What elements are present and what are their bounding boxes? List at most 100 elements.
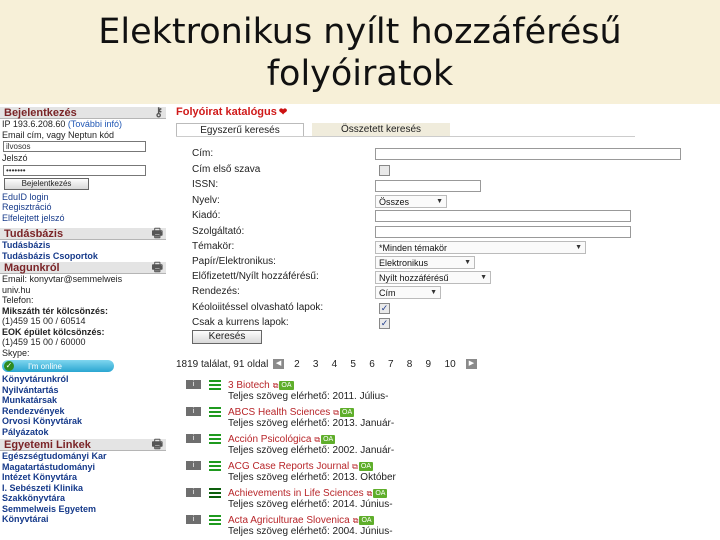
opening-hours-link[interactable]: Nyilvántartás [0, 385, 166, 396]
external-link-icon[interactable]: ⧉ [314, 435, 320, 444]
list-item: i 3 Biotech ⧉ OA Teljes szöveg elérhető: 2… [186, 380, 716, 407]
sort-value: Cím [379, 288, 396, 298]
linked-label: Kéoloiitéssel olvasható lapok: [192, 302, 324, 313]
university-link[interactable]: Szakkönyvtára [0, 493, 166, 504]
journal-title-link[interactable]: Acta Agriculturae Slovenica [228, 515, 350, 526]
about-heading: Magunkról 🖶 [0, 260, 166, 274]
current-only-label: Csak a kurrens lapok: [192, 317, 289, 328]
lending-phone: (1)459 15 00 / 60514 [2, 316, 86, 326]
journal-title-link[interactable]: Acción Psicológica [228, 434, 311, 445]
university-link[interactable]: Egészségtudományi Kar [0, 451, 166, 462]
eduid-login-link[interactable]: EduID login [0, 192, 166, 203]
knowledge-groups-link[interactable]: Tudásbázis Csoportok [0, 251, 166, 262]
tab-advanced-search[interactable]: Összetett keresés [312, 123, 450, 136]
university-link[interactable]: Könyvtárai [0, 514, 166, 525]
info-icon[interactable]: i [186, 461, 201, 470]
login-button[interactable]: Bejelentkezés [4, 177, 89, 190]
printer-icon: 🖶 [151, 260, 163, 274]
university-link[interactable]: Semmelweis Egyetem [0, 504, 166, 515]
availability-text: Teljes szöveg elérhető: 2011. Július- [228, 391, 389, 402]
university-heading-label: Egyetemi Linkek [4, 439, 91, 451]
access-label: Előfizetett/Nyílt hozzáférésű: [192, 271, 319, 282]
ip-label: IP 193.6.208.60 [2, 119, 66, 129]
info-icon[interactable]: i [186, 407, 201, 416]
page-link[interactable]: 9 [423, 359, 433, 371]
topic-select[interactable]: *Minden témakör ▼ [375, 241, 586, 254]
ip-more-link[interactable]: (További infó) [68, 119, 122, 129]
external-link-icon[interactable]: ⧉ [353, 516, 359, 525]
issn-input[interactable] [375, 180, 481, 192]
availability-text: Teljes szöveg elérhető: 2002. Január- [228, 445, 395, 456]
info-icon[interactable]: i [186, 515, 201, 524]
current-only-checkbox[interactable]: ✓ [379, 318, 390, 329]
info-icon[interactable]: i [186, 380, 201, 389]
events-link[interactable]: Rendezvények [0, 406, 166, 417]
journal-title-link[interactable]: Achievements in Life Sciences [228, 488, 364, 499]
external-link-icon[interactable]: ⧉ [352, 462, 358, 471]
tab-simple-search[interactable]: Egyszerű keresés [176, 123, 304, 136]
full-text-icon [209, 488, 221, 498]
provider-input[interactable] [375, 226, 631, 238]
skype-online-button[interactable]: ✓ I'm online [2, 360, 114, 372]
info-icon[interactable]: i [186, 434, 201, 443]
page-link[interactable]: 2 [292, 359, 302, 371]
knowledge-link[interactable]: Tudásbázis [0, 240, 166, 251]
first-word-checkbox[interactable] [379, 165, 390, 176]
printer-icon: 🖶 [151, 226, 163, 240]
availability-text: Teljes szöveg elérhető: 2013. Január- [228, 418, 395, 429]
knowledge-heading-label: Tudásbázis [4, 228, 64, 240]
about-library-link[interactable]: Könyvtárunkról [0, 374, 166, 385]
login-heading: Bejelentkezés ⚷ [0, 106, 166, 119]
medical-libraries-link[interactable]: Orvosi Könyvtárak [0, 416, 166, 427]
full-text-icon [209, 434, 221, 444]
university-link[interactable]: Intézet Könyvtára [0, 472, 166, 483]
email-hint: Email cím, vagy Neptun kód [2, 129, 115, 140]
external-link-icon[interactable]: ⧉ [333, 408, 339, 417]
language-select[interactable]: Összes ▼ [375, 195, 447, 208]
university-link[interactable]: Magatartástudományi [0, 462, 166, 473]
format-label: Papír/Elektronikus: [192, 256, 276, 267]
page-link[interactable]: 5 [348, 359, 358, 371]
register-link[interactable]: Regisztráció [0, 202, 166, 213]
full-text-icon [209, 515, 221, 525]
page-link[interactable]: 10 [442, 359, 458, 371]
external-link-icon[interactable]: ⧉ [367, 489, 373, 498]
journal-title-link[interactable]: 3 Biotech [228, 380, 270, 391]
title-input[interactable] [375, 148, 681, 160]
heart-icon: ❤ [278, 107, 288, 118]
chevron-down-icon: ▼ [430, 289, 437, 296]
page-link[interactable]: 8 [405, 359, 415, 371]
pagination: 1819 találat, 91 oldal ◀ 2 3 4 5 6 7 8 9… [176, 359, 479, 371]
page-link[interactable]: 4 [329, 359, 339, 371]
about-heading-label: Magunkról [4, 262, 60, 274]
page-link[interactable]: 6 [367, 359, 377, 371]
username-input[interactable]: ilvosos [3, 141, 146, 152]
page-link[interactable]: 7 [386, 359, 396, 371]
results-list: i 3 Biotech ⧉ OA Teljes szöveg elérhető: 2… [186, 380, 716, 540]
publisher-input[interactable] [375, 210, 631, 222]
availability-text: Teljes szöveg elérhető: 2004. Június- [228, 526, 393, 537]
slide-title: Elektronikus nyílt hozzáférésű folyóirat… [0, 0, 720, 104]
search-button[interactable]: Keresés [192, 330, 262, 344]
format-select[interactable]: Elektronikus ▼ [375, 256, 475, 269]
grants-link[interactable]: Pályázatok [0, 427, 166, 438]
forgot-password-link[interactable]: Elfelejtett jelszó [0, 213, 166, 224]
external-link-icon[interactable]: ⧉ [273, 381, 279, 390]
sort-label: Rendezés: [192, 286, 240, 297]
journal-title-link[interactable]: ABCS Health Sciences [228, 407, 330, 418]
page-link[interactable]: 3 [311, 359, 321, 371]
catalog-title-label: Folyóirat katalógus [176, 106, 277, 118]
access-select[interactable]: Nyílt hozzáférésű ▼ [375, 271, 491, 284]
journal-title-link[interactable]: ACG Case Reports Journal [228, 461, 349, 472]
linked-checkbox[interactable]: ✓ [379, 303, 390, 314]
printer-icon: 🖶 [151, 437, 163, 451]
password-input[interactable]: ••••••• [3, 164, 146, 176]
next-page-icon[interactable]: ▶ [465, 359, 477, 370]
university-link[interactable]: I. Sebészeti Klinika [0, 483, 166, 494]
sort-select[interactable]: Cím ▼ [375, 286, 441, 299]
prev-page-icon[interactable]: ◀ [273, 359, 285, 370]
info-icon[interactable]: i [186, 488, 201, 497]
language-label: Nyelv: [192, 195, 220, 206]
staff-link[interactable]: Munkatársak [0, 395, 166, 406]
sidebar: Bejelentkezés ⚷ IP 193.6.208.60 (További… [0, 106, 166, 540]
